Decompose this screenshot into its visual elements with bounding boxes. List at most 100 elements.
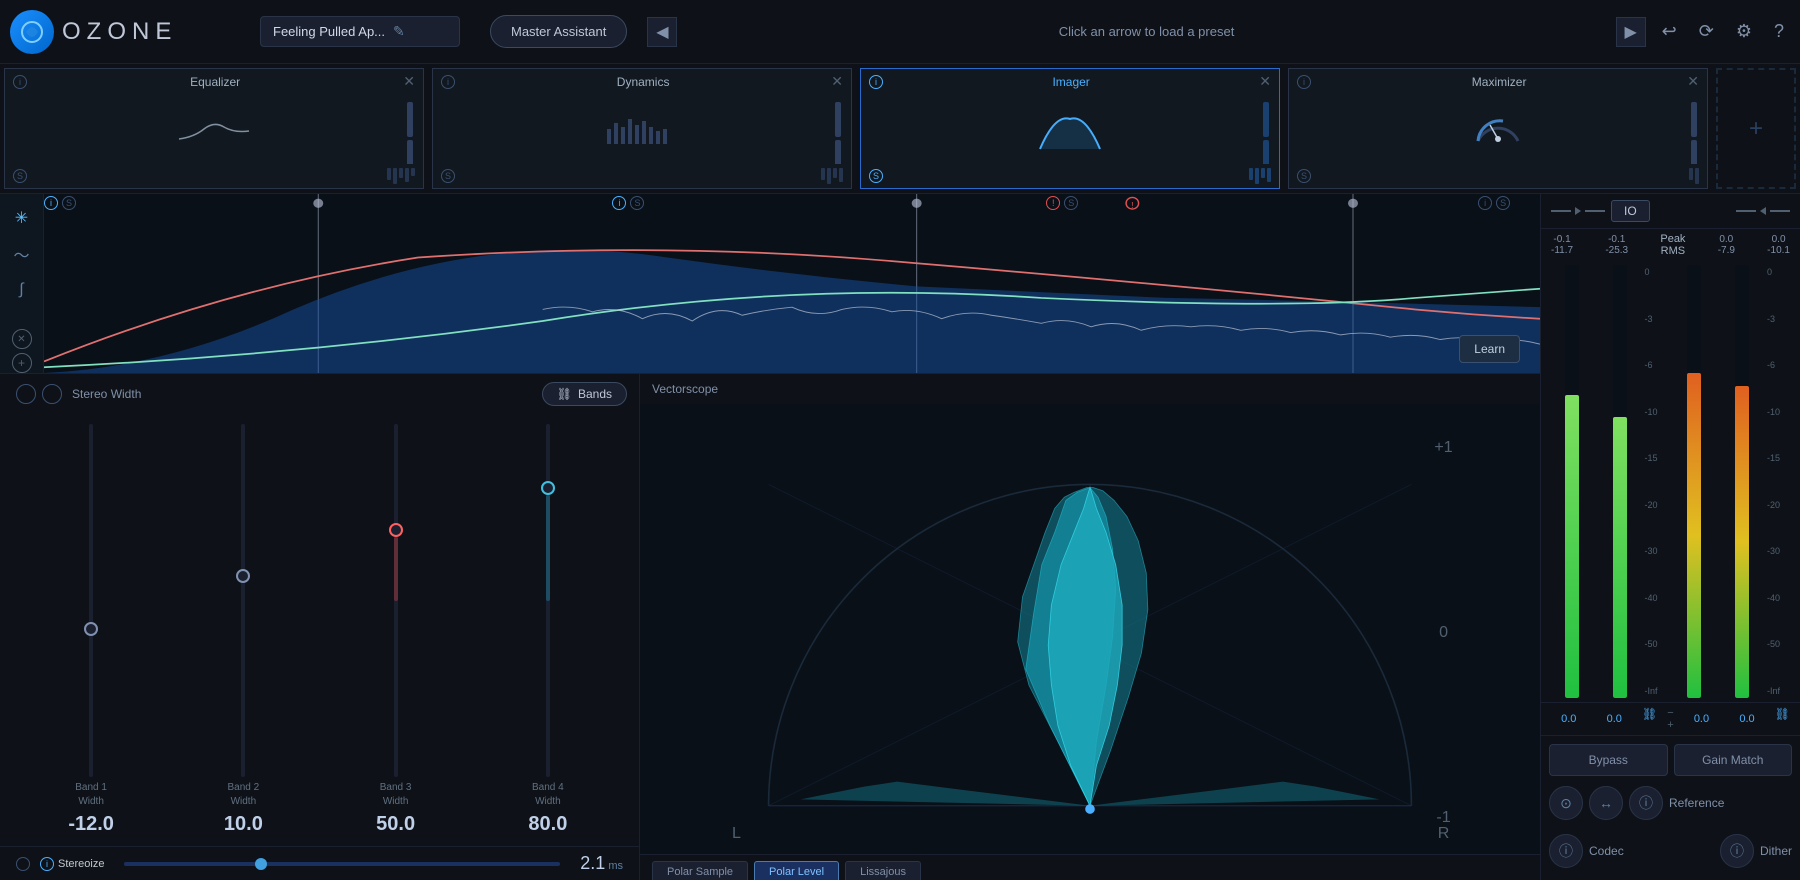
history-button[interactable]: ⟳ bbox=[1693, 15, 1720, 48]
stereoize-info-icon[interactable]: i bbox=[40, 857, 54, 871]
preset-nav: ◀ Click an arrow to load a preset ▶ bbox=[647, 17, 1645, 47]
img-footer: S bbox=[861, 164, 1279, 188]
link-icon-right[interactable]: ⛓ bbox=[1775, 707, 1790, 731]
module-equalizer[interactable]: i Equalizer ✕ S bbox=[4, 68, 424, 189]
dyn-info-icon[interactable]: i bbox=[441, 75, 455, 89]
bypass-gainmatch-row: Bypass Gain Match bbox=[1549, 744, 1792, 776]
stereo-circles bbox=[16, 384, 62, 404]
imager-section: 20 100 140 200 500 1k 2.00k 5k 10.0k 20k… bbox=[0, 194, 1540, 880]
polar-sample-btn[interactable]: Polar Sample bbox=[652, 861, 748, 880]
svg-text:R: R bbox=[1438, 824, 1450, 842]
img-s-icon[interactable]: S bbox=[869, 169, 883, 183]
io-tab-btn[interactable]: IO bbox=[1611, 200, 1650, 222]
band1-fader-col: Band 1Width -12.0 bbox=[20, 424, 162, 836]
master-assistant-button[interactable]: Master Assistant bbox=[490, 15, 627, 48]
help-button[interactable]: ? bbox=[1768, 15, 1790, 48]
svg-text:!: ! bbox=[1131, 200, 1133, 210]
io-header: IO bbox=[1541, 194, 1800, 229]
img-info-icon[interactable]: i bbox=[869, 75, 883, 89]
max-close-icon[interactable]: ✕ bbox=[1687, 73, 1699, 90]
vectorscope-display: +1 0 -1 L R bbox=[640, 404, 1540, 854]
max-info-icon[interactable]: i bbox=[1297, 75, 1311, 89]
edit-icon[interactable]: ✎ bbox=[393, 23, 405, 40]
right-peak-bottom-label: 0.0 bbox=[1767, 234, 1790, 245]
module-imager[interactable]: i Imager ✕ S bbox=[860, 68, 1280, 189]
cursor-tool[interactable]: ✳ bbox=[8, 204, 36, 232]
eq-close-icon[interactable]: ✕ bbox=[403, 73, 415, 90]
info-icon-btn[interactable]: ⓘ bbox=[1629, 786, 1663, 820]
stereoize-slider[interactable] bbox=[124, 862, 560, 866]
preset-box[interactable]: Feeling Pulled Ap... ✎ bbox=[260, 16, 460, 47]
stereo-circle-right bbox=[42, 384, 62, 404]
svg-text:0: 0 bbox=[1439, 623, 1448, 641]
meter-val-4[interactable] bbox=[1729, 707, 1765, 731]
band3-value: 50.0 bbox=[376, 813, 415, 836]
bands-button[interactable]: ⛓ Bands bbox=[542, 382, 627, 406]
info-icon-btn-2[interactable]: ⓘ bbox=[1549, 834, 1583, 868]
bands-link-icon: ⛓ bbox=[557, 387, 572, 401]
meter-val-1[interactable] bbox=[1551, 707, 1587, 731]
logo-area: OZONE bbox=[10, 10, 250, 54]
eq-footer: S bbox=[5, 164, 423, 188]
left-peak-bottom-label: 0.0 bbox=[1718, 234, 1735, 245]
band1-fader-track[interactable] bbox=[89, 424, 93, 777]
stereoize-thumb bbox=[255, 858, 267, 870]
rms-label: RMS bbox=[1660, 245, 1685, 257]
right-output-meters bbox=[1672, 265, 1766, 698]
band1-label: Band 1Width bbox=[75, 781, 107, 809]
band4-fader-col: Band 4Width 80.0 bbox=[477, 424, 619, 836]
left-peak-top-label: -0.1 bbox=[1551, 234, 1573, 245]
band4-fader-thumb[interactable] bbox=[541, 481, 555, 495]
img-close-icon[interactable]: ✕ bbox=[1259, 73, 1271, 90]
band4-value: 80.0 bbox=[528, 813, 567, 836]
arrows-icon-btn[interactable]: ↔ bbox=[1589, 786, 1623, 820]
lissajous-btn[interactable]: Lissajous bbox=[845, 861, 921, 880]
bypass-button[interactable]: Bypass bbox=[1549, 744, 1668, 776]
meter-val-2[interactable] bbox=[1597, 707, 1633, 731]
svg-text:+1: +1 bbox=[1434, 438, 1452, 456]
add-module-button[interactable]: + bbox=[1716, 68, 1796, 189]
meter-val-3[interactable] bbox=[1684, 707, 1720, 731]
settings-button[interactable]: ⚙ bbox=[1730, 15, 1758, 48]
band3-fader-thumb[interactable] bbox=[389, 523, 403, 537]
left-meter-2 bbox=[1597, 265, 1643, 698]
stereoize-toggle-circle[interactable] bbox=[16, 857, 30, 871]
dyn-bars-svg bbox=[602, 109, 682, 149]
band2-fader-thumb[interactable] bbox=[236, 569, 250, 583]
band1-fader-thumb[interactable] bbox=[84, 622, 98, 636]
stereoize-toggle[interactable] bbox=[16, 857, 30, 871]
next-preset-arrow[interactable]: ▶ bbox=[1616, 17, 1646, 47]
dyn-s-icon[interactable]: S bbox=[441, 169, 455, 183]
band3-fader-track[interactable] bbox=[394, 424, 398, 777]
module-maximizer[interactable]: i Maximizer ✕ S bbox=[1288, 68, 1708, 189]
band4-fader-track[interactable] bbox=[546, 424, 550, 777]
sine-tool[interactable]: ∫ bbox=[8, 276, 36, 304]
gain-match-button[interactable]: Gain Match bbox=[1674, 744, 1793, 776]
learn-button[interactable]: Learn bbox=[1459, 335, 1520, 363]
reference-label: Reference bbox=[1669, 796, 1724, 810]
module-dynamics[interactable]: i Dynamics ✕ S bbox=[432, 68, 852, 189]
vectorscope-svg: +1 0 -1 L R bbox=[640, 404, 1540, 854]
dyn-title: Dynamics bbox=[461, 75, 825, 89]
dyn-body bbox=[433, 94, 851, 164]
wave-tool[interactable]: 〜 bbox=[8, 240, 36, 268]
dither-info-btn[interactable]: ⓘ bbox=[1720, 834, 1754, 868]
dyn-close-icon[interactable]: ✕ bbox=[831, 73, 843, 90]
bands-label: Bands bbox=[578, 387, 612, 401]
bottom-icon-row-2: ⓘ Codec ⓘ Dither bbox=[1549, 830, 1792, 872]
left-meter-1-track bbox=[1565, 265, 1579, 698]
add-band-btn[interactable]: + bbox=[12, 353, 32, 373]
eq-info-icon[interactable]: i bbox=[13, 75, 27, 89]
band2-fader-track[interactable] bbox=[241, 424, 245, 777]
remove-band-btn[interactable]: ✕ bbox=[12, 329, 32, 349]
undo-button[interactable]: ↩ bbox=[1656, 15, 1683, 48]
max-body bbox=[1289, 94, 1707, 164]
prev-preset-arrow[interactable]: ◀ bbox=[647, 17, 677, 47]
link-icon-left[interactable]: ⛓ bbox=[1642, 707, 1657, 731]
eq-s-icon[interactable]: S bbox=[13, 169, 27, 183]
max-s-icon[interactable]: S bbox=[1297, 169, 1311, 183]
right-panel: IO -0.1 -11.7 -0.1 -25.3 Peak RMS 0.0 bbox=[1540, 194, 1800, 880]
channel-icon-btn[interactable]: ⊙ bbox=[1549, 786, 1583, 820]
polar-level-btn[interactable]: Polar Level bbox=[754, 861, 839, 880]
bottom-right-btns: Bypass Gain Match ⊙ ↔ ⓘ Reference ⓘ Code… bbox=[1541, 735, 1800, 880]
